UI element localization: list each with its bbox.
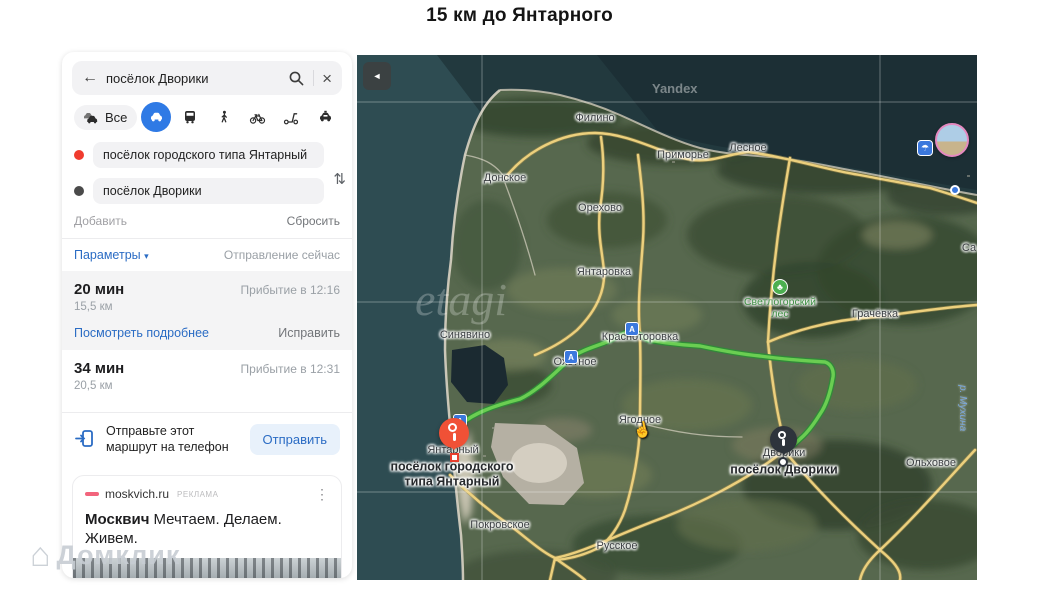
route-option-1[interactable]: 20 мин Прибытие в 12:16 15,5 км Посмотре… xyxy=(62,271,352,350)
road-sign-marker[interactable]: A xyxy=(625,322,639,336)
route-distance: 15,5 км xyxy=(74,301,340,313)
route-duration: 20 мин xyxy=(74,281,124,298)
ad-image[interactable] xyxy=(73,558,341,579)
route-option-2[interactable]: 34 мин Прибытие в 12:31 20,5 км xyxy=(62,350,352,402)
map-terrain[interactable] xyxy=(357,55,977,580)
poi-dot-marker[interactable] xyxy=(950,185,960,195)
send-to-phone-row: Отправьте этот маршрут на телефон Отправ… xyxy=(62,413,352,466)
send-button[interactable]: Отправить xyxy=(250,424,340,455)
add-point-button[interactable]: Добавить xyxy=(74,214,127,228)
origin-pin[interactable] xyxy=(439,418,469,448)
collapse-panel-button[interactable]: ◄ xyxy=(363,62,391,90)
route-arrival: Прибытие в 12:16 xyxy=(241,283,340,297)
mode-all-button[interactable]: Все xyxy=(74,105,137,130)
departure-label: Отправление сейчас xyxy=(224,248,340,262)
ad-card[interactable]: moskvich.ru реклама ⋮ МосквичМечтаем. Де… xyxy=(72,475,342,579)
mode-walk-button[interactable] xyxy=(209,102,239,132)
car-icon xyxy=(148,109,165,125)
cars-icon xyxy=(82,111,100,124)
mode-car-button[interactable] xyxy=(141,102,171,132)
chevron-down-icon: ▾ xyxy=(144,251,149,261)
destination-pin[interactable] xyxy=(770,426,797,453)
route-details-link[interactable]: Посмотреть подробнее xyxy=(74,326,209,340)
close-icon[interactable]: × xyxy=(322,70,332,87)
ad-menu-icon[interactable]: ⋮ xyxy=(315,486,329,503)
pushpin-icon xyxy=(448,423,457,432)
route-to-row: посёлок Дворики xyxy=(74,178,324,204)
mode-scooter-button[interactable] xyxy=(276,102,306,132)
mode-bike-button[interactable] xyxy=(242,102,272,132)
map-canvas[interactable]: Yandex etagi Филино Донское Приморье Лес… xyxy=(357,55,977,580)
params-row: Параметры ▾ Отправление сейчас xyxy=(74,248,340,262)
ad-title: МосквичМечтаем. Делаем. Живем. xyxy=(85,510,329,549)
beach-marker-icon[interactable]: ☂ xyxy=(917,140,933,156)
params-dropdown[interactable]: Параметры ▾ xyxy=(74,248,149,262)
route-from-row: посёлок городского типа Янтарный xyxy=(74,142,324,168)
page-title: 15 км до Янтарного xyxy=(0,5,1039,27)
route-from-dot-icon xyxy=(74,150,84,160)
ad-badge: реклама xyxy=(177,490,218,499)
send-to-phone-icon xyxy=(74,428,96,450)
ad-brand: Москвич xyxy=(85,511,149,528)
search-input[interactable]: посёлок Дворики xyxy=(106,71,280,86)
route-fields: посёлок городского типа Янтарный посёлок… xyxy=(74,142,340,204)
send-to-phone-text: Отправьте этот маршрут на телефон xyxy=(106,423,240,456)
divider xyxy=(62,238,352,239)
mode-bus-button[interactable] xyxy=(175,102,205,132)
reset-button[interactable]: Сбросить xyxy=(287,214,340,228)
photo-marker[interactable] xyxy=(935,123,969,157)
back-arrow-icon[interactable]: ← xyxy=(82,69,98,87)
house-icon: ⌂ xyxy=(30,538,51,572)
transport-mode-row: Все xyxy=(74,100,340,134)
scooter-icon xyxy=(283,110,299,125)
pedestrian-icon xyxy=(217,109,231,125)
app-window: 15 км до Янтарного ← посёлок Дворики × xyxy=(0,0,1039,601)
search-bar[interactable]: ← посёлок Дворики × xyxy=(72,61,342,95)
route-sidebar: ← посёлок Дворики × Вс xyxy=(62,52,352,578)
pushpin-icon xyxy=(778,431,786,439)
taxi-icon xyxy=(317,109,334,125)
swap-direction-icon[interactable]: ⇅ xyxy=(333,170,346,188)
route-from-input[interactable]: посёлок городского типа Янтарный xyxy=(93,142,324,168)
route-actions-row: Добавить Сбросить xyxy=(74,214,340,228)
route-fix-link[interactable]: Исправить xyxy=(278,326,340,340)
mode-taxi-button[interactable] xyxy=(310,102,340,132)
park-icon[interactable]: ♣ xyxy=(772,279,788,295)
route-arrival: Прибытие в 12:31 xyxy=(241,362,340,376)
route-distance: 20,5 км xyxy=(74,380,340,392)
route-duration: 34 мин xyxy=(74,360,124,377)
road-sign-marker[interactable]: A xyxy=(564,350,578,364)
route-to-dot-icon xyxy=(74,186,84,196)
ad-source[interactable]: moskvich.ru xyxy=(105,487,169,501)
bicycle-icon xyxy=(249,110,266,125)
divider xyxy=(313,70,314,86)
route-to-input[interactable]: посёлок Дворики xyxy=(93,178,324,204)
mode-all-label: Все xyxy=(105,110,127,125)
ad-logo-icon xyxy=(85,492,99,496)
search-icon[interactable] xyxy=(288,70,305,87)
bus-icon xyxy=(182,109,198,125)
